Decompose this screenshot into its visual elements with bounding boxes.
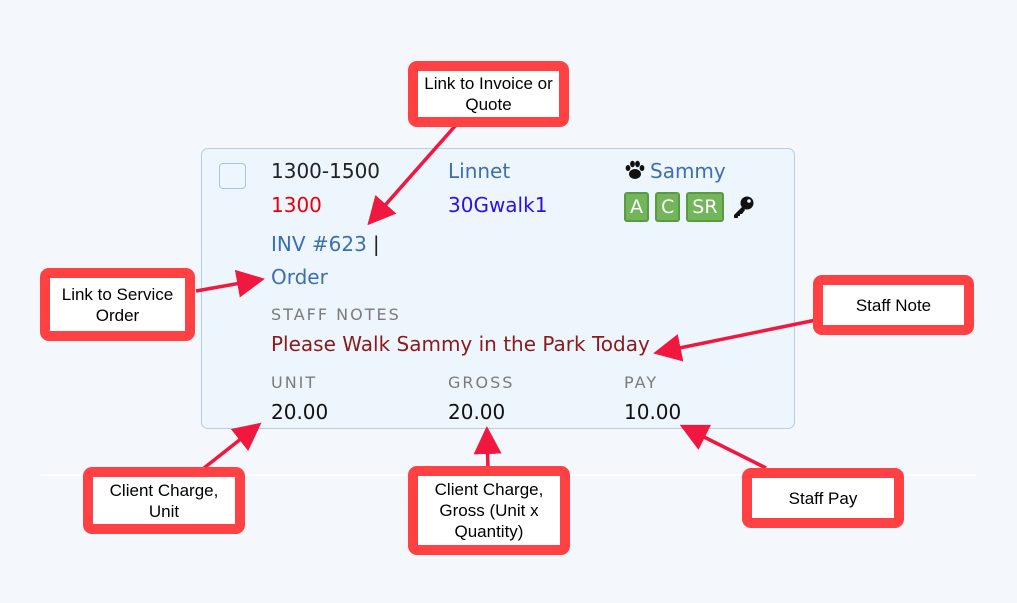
service-code: 30Gwalk1 <box>448 193 548 217</box>
gross-value: 20.00 <box>448 400 506 424</box>
unit-value: 20.00 <box>271 400 329 424</box>
callout-invoice: Link to Invoice or Quote <box>408 61 569 127</box>
arrow-gross <box>473 426 502 469</box>
pay-value: 10.00 <box>624 400 682 424</box>
gross-label: GROSS <box>448 373 515 392</box>
link-separator: | <box>372 232 380 256</box>
callout-service-order: Link to Service Order <box>40 268 195 341</box>
badge-c: C <box>655 192 681 222</box>
pet-link[interactable]: Sammy <box>624 159 726 183</box>
visit-select-checkbox[interactable] <box>219 163 246 189</box>
pay-label: PAY <box>624 373 659 392</box>
visit-card: 1300-1500 1300 INV #623 | Order Linnet 30… <box>201 148 795 429</box>
callout-unit: Client Charge, Unit <box>83 467 245 534</box>
key-icon <box>733 196 754 218</box>
pet-name[interactable]: Sammy <box>650 159 726 183</box>
client-name-link[interactable]: Linnet <box>448 159 510 183</box>
arrow-unit <box>202 422 262 470</box>
staff-notes-label: STAFF NOTES <box>271 305 401 324</box>
arrow-pay <box>679 424 767 470</box>
visit-time-range: 1300-1500 <box>271 159 381 183</box>
paw-icon <box>625 160 645 179</box>
invoice-link[interactable]: INV #623 | <box>271 232 380 256</box>
invoice-link-label[interactable]: INV #623 <box>271 232 367 256</box>
callout-gross: Client Charge, Gross (Unit x Quantity) <box>408 466 570 555</box>
service-order-link[interactable]: Order <box>271 265 328 289</box>
badge-sr: SR <box>686 192 724 222</box>
badge-a: A <box>624 192 649 222</box>
staff-note-text: Please Walk Sammy in the Park Today <box>271 332 650 356</box>
visit-start-time: 1300 <box>271 193 322 217</box>
callout-pay: Staff Pay <box>742 468 904 528</box>
callout-staff-note: Staff Note <box>813 275 974 335</box>
unit-label: UNIT <box>271 373 318 392</box>
service-badges: A C SR <box>624 192 756 222</box>
